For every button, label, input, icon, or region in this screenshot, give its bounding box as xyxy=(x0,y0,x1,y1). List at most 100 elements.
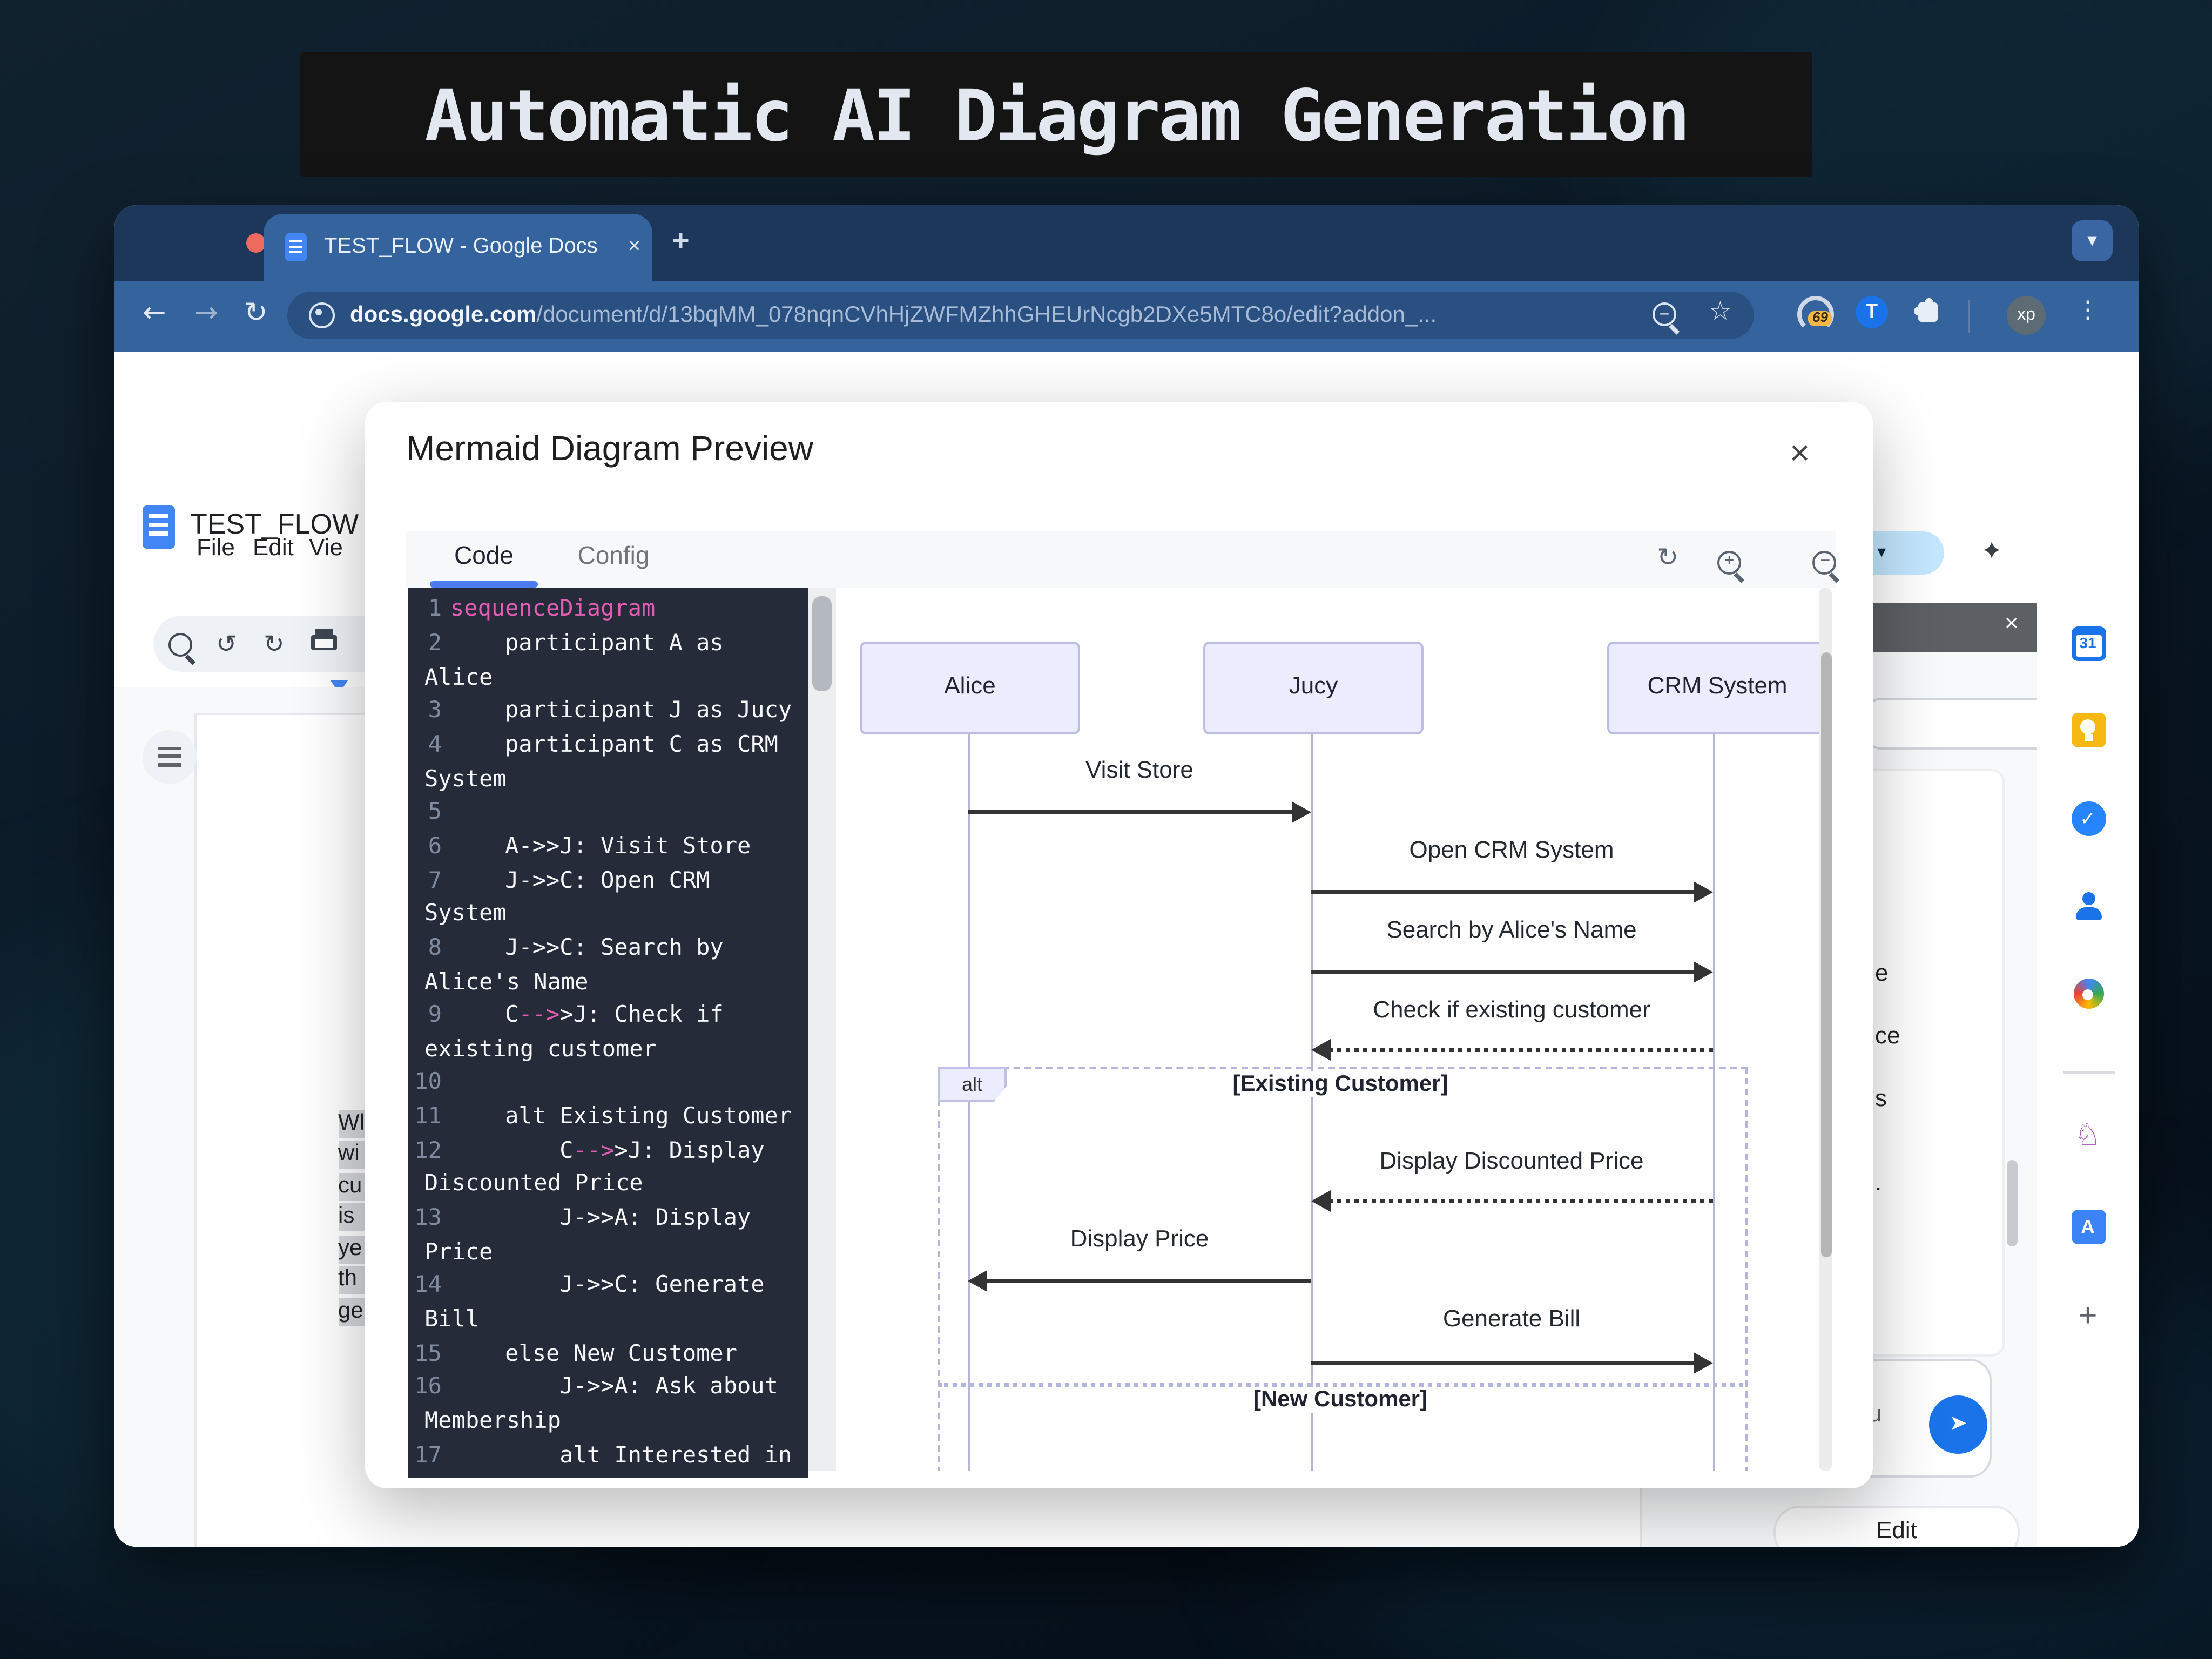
message-arrowhead xyxy=(968,1270,987,1292)
workspace-rail: 31 ✓ ♘ A + › xyxy=(2037,497,2139,1547)
message-arrow xyxy=(1328,1049,1712,1053)
docs-app-icon[interactable] xyxy=(143,504,175,548)
url-host: docs.google.com xyxy=(350,302,536,328)
extension-arc-icon[interactable]: 69 xyxy=(1797,295,1834,332)
back-button[interactable]: ← xyxy=(143,297,166,329)
video-title-banner: Automatic AI Diagram Generation xyxy=(300,52,1812,177)
active-tab-underline xyxy=(430,582,538,589)
menu-file[interactable]: File xyxy=(197,535,235,561)
browser-tab[interactable]: TEST_FLOW - Google Docs × xyxy=(264,214,652,280)
code-scrollbar-thumb[interactable] xyxy=(811,597,831,692)
code-line: 17 alt Interested in xyxy=(407,1440,807,1474)
code-line-text: A->>J: Visit Store xyxy=(450,832,751,866)
menu-edit[interactable]: Edit xyxy=(253,535,294,561)
sidebar-close-icon[interactable]: × xyxy=(2005,611,2019,637)
tasks-icon[interactable]: ✓ xyxy=(2071,801,2105,836)
participant-box: CRM System xyxy=(1607,642,1819,734)
message-arrowhead xyxy=(1311,1190,1331,1212)
extension-t-icon[interactable]: T xyxy=(1856,295,1888,327)
message-label: Open CRM System xyxy=(1410,838,1614,864)
code-line-text: else New Customer xyxy=(450,1338,737,1372)
keep-icon[interactable] xyxy=(2071,713,2105,747)
code-line-text: J->>C: Search by xyxy=(450,933,724,967)
document-text-fragment: th xyxy=(338,1266,366,1294)
code-line-number: 2 xyxy=(407,629,450,663)
tab-code[interactable]: Code xyxy=(430,544,538,570)
send-icon: ➤ xyxy=(1949,1412,1967,1435)
code-line: 8 J->>C: Search by xyxy=(407,933,807,967)
code-line-text: J->>A: Ask about xyxy=(450,1372,778,1406)
tab-search-button[interactable]: ▾ xyxy=(2072,220,2113,261)
code-line-number: 12 xyxy=(407,1136,450,1170)
code-scrollbar[interactable] xyxy=(807,589,835,1471)
code-line-text: C-->>J: Display xyxy=(450,1136,765,1170)
reload-button[interactable]: ↻ xyxy=(244,297,268,329)
code-line-text: J->>A: Display xyxy=(450,1203,751,1237)
sidebar-text-fragment: s xyxy=(1875,1085,1887,1111)
code-line-text: Price xyxy=(424,1237,493,1271)
document-text-fragment: cu xyxy=(338,1172,366,1200)
code-line-text: alt Existing Customer xyxy=(450,1102,792,1136)
tab-close-icon[interactable]: × xyxy=(628,235,640,259)
site-settings-icon[interactable] xyxy=(309,302,335,328)
sequence-diagram[interactable]: AliceJucyCRM SystemVisit StoreOpen CRM S… xyxy=(835,589,1819,1471)
code-line-number: 16 xyxy=(407,1372,450,1406)
code-line: 2 participant A as xyxy=(407,629,807,663)
zoom-out-page-icon[interactable]: − xyxy=(1653,302,1676,326)
banner-title: Automatic AI Diagram Generation xyxy=(424,72,1688,157)
message-label: Display Discounted Price xyxy=(1379,1149,1643,1175)
bookmark-star-icon[interactable]: ☆ xyxy=(1709,296,1732,326)
close-window-button[interactable] xyxy=(246,232,266,252)
add-addon-icon[interactable]: + xyxy=(2078,1298,2097,1335)
undo-icon[interactable]: ↺ xyxy=(216,628,237,658)
browser-menu-kebab-icon[interactable]: ⋮ xyxy=(2076,295,2100,323)
browser-profile-avatar[interactable]: xp xyxy=(2007,295,2046,334)
sidebar-text-fragment: e xyxy=(1875,960,1889,986)
code-line-number: 4 xyxy=(407,730,450,764)
new-tab-button[interactable]: + xyxy=(672,222,690,257)
document-text-fragment: ge xyxy=(338,1297,366,1325)
code-line: 3 participant J as Jucy xyxy=(407,697,807,731)
message-arrow xyxy=(1328,1199,1712,1203)
share-caret-icon[interactable]: ▾ xyxy=(1877,542,1886,562)
tab-config[interactable]: Config xyxy=(566,544,661,570)
menu-vie[interactable]: Vie xyxy=(309,535,343,561)
diagram-scrollbar-thumb[interactable] xyxy=(1820,653,1831,1258)
code-line-text: System xyxy=(424,899,507,933)
tab-title: TEST_FLOW - Google Docs xyxy=(324,235,598,259)
refresh-icon[interactable]: ↻ xyxy=(1657,542,1678,572)
code-line: System xyxy=(407,899,807,933)
code-line-number: 8 xyxy=(407,933,450,967)
docs-favicon xyxy=(285,233,307,261)
mermaid-preview-dialog: Mermaid Diagram Preview × Code Config ↻ … xyxy=(364,402,1873,1489)
maps-icon[interactable] xyxy=(2073,979,2103,1009)
extensions-puzzle-icon[interactable] xyxy=(1918,301,1938,321)
address-bar[interactable]: docs.google.com/document/d/13bqMM_078nqn… xyxy=(287,292,1754,339)
code-line-number: 9 xyxy=(407,1001,450,1035)
message-arrow xyxy=(968,810,1294,814)
sidebar-scrollbar[interactable] xyxy=(2007,1159,2018,1245)
contacts-icon[interactable] xyxy=(2071,890,2105,925)
gemini-icon[interactable]: ✦ xyxy=(1981,535,2002,565)
code-line: 1sequenceDiagram xyxy=(407,595,807,629)
message-label: Check if existing customer xyxy=(1373,998,1650,1024)
document-title[interactable]: TEST_FLOW xyxy=(190,507,359,539)
zoom-in-icon[interactable]: + xyxy=(1717,551,1741,575)
forward-button[interactable]: → xyxy=(194,297,218,329)
redo-icon[interactable]: ↻ xyxy=(264,628,285,658)
edit-button[interactable]: Edit xyxy=(1776,1507,2018,1547)
zoom-out-icon[interactable]: − xyxy=(1813,551,1837,575)
translate-icon[interactable]: A xyxy=(2071,1210,2105,1244)
diagram-scrollbar[interactable] xyxy=(1819,589,1832,1471)
message-arrowhead xyxy=(1692,1352,1712,1374)
code-editor[interactable]: 1sequenceDiagram2 participant A asAlice3… xyxy=(407,589,807,1478)
code-line-text: Alice xyxy=(424,663,493,697)
message-label: Search by Alice's Name xyxy=(1386,918,1636,944)
code-line-number: 5 xyxy=(407,798,450,832)
calendar-icon[interactable]: 31 xyxy=(2071,626,2105,661)
print-icon[interactable] xyxy=(311,634,337,649)
tab-strip: TEST_FLOW - Google Docs × + ▾ xyxy=(114,205,2139,280)
code-line: 16 J->>A: Ask about xyxy=(407,1372,807,1406)
dialog-close-icon[interactable]: × xyxy=(1790,437,1810,476)
unicorn-addon-icon[interactable]: ♘ xyxy=(2074,1119,2101,1154)
